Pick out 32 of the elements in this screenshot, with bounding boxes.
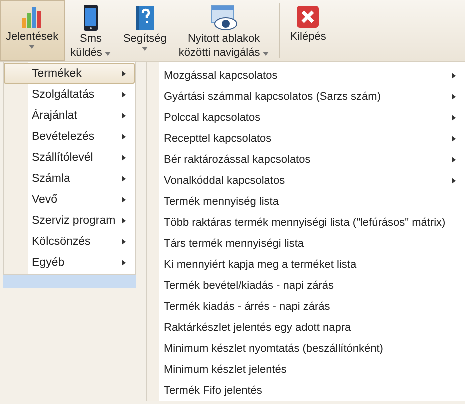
menu-item[interactable]: Számla <box>4 168 135 189</box>
menu-item[interactable]: Bevételezés <box>4 126 135 147</box>
toolbar-button[interactable]: Sms küldés <box>64 0 118 61</box>
menu-item[interactable]: Termék kiadás - árrés - napi zárás <box>147 296 465 317</box>
menu-item[interactable]: Vevő <box>4 189 135 210</box>
menu-item[interactable]: Termék bevétel/kiadás - napi zárás <box>147 275 465 296</box>
menu-item[interactable]: Ki mennyiért kapja meg a terméket lista <box>147 254 465 275</box>
close-icon <box>295 4 322 30</box>
menu-item[interactable]: Termék Fifo jelentés <box>147 380 465 401</box>
toolbar-button[interactable]: Jelentések <box>0 0 65 61</box>
menu-item[interactable]: Bér raktározással kapcsolatos <box>147 149 465 170</box>
menu-item[interactable]: Egyéb <box>4 252 135 273</box>
menu-item[interactable]: Polccal kapcsolatos <box>147 107 465 128</box>
menu-item[interactable]: Szerviz program <box>4 210 135 231</box>
menu-item[interactable]: Termékek <box>4 63 135 84</box>
menu-item[interactable]: Minimum készlet jelentés <box>147 359 465 380</box>
menu-item[interactable]: Szállítólevél <box>4 147 135 168</box>
toolbar-button[interactable]: Nyitott ablakok közötti navigálás <box>172 0 276 61</box>
menu-item[interactable]: Recepttel kapcsolatos <box>147 128 465 149</box>
toolbar-button[interactable]: Kilépés <box>284 0 332 61</box>
menu-item[interactable]: Minimum készlet nyomtatás (beszállítónként) <box>147 338 465 359</box>
menu-item[interactable]: Több raktáras termék mennyiségi lista ("lefúrásos" mátrix) <box>147 212 465 233</box>
menu-item[interactable]: Termék mennyiség lista <box>147 191 465 212</box>
menu-item[interactable]: Árajánlat <box>4 105 135 126</box>
menu-item[interactable]: Vonalkóddal kapcsolatos <box>147 170 465 191</box>
menu-item[interactable]: Gyártási számmal kapcsolatos (Sarzs szám) <box>147 86 465 107</box>
menu-item[interactable]: Kölcsönzés <box>4 231 135 252</box>
menu-item[interactable]: Szolgáltatás <box>4 84 135 105</box>
toolbar-button[interactable]: Segítség <box>117 0 173 61</box>
menu-item[interactable]: Raktárkészlet jelentés egy adott napra <box>147 317 465 338</box>
menu-item[interactable]: Mozgással kapcsolatos <box>147 65 465 86</box>
menu-item[interactable]: Társ termék mennyiségi lista <box>147 233 465 254</box>
